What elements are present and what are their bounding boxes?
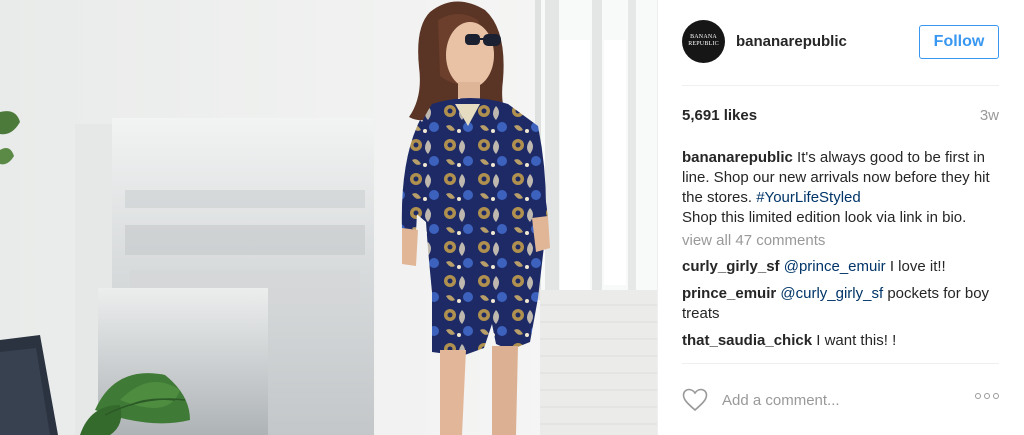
avatar[interactable]: BANANA REPUBLIC xyxy=(682,19,725,63)
comment-text: I love it!! xyxy=(889,258,946,275)
footer-divider xyxy=(682,363,999,364)
comment-bar xyxy=(682,385,999,415)
add-comment-input[interactable] xyxy=(722,388,952,412)
comment-text: I want this! ! xyxy=(816,332,897,349)
caption-username[interactable]: bananarepublic xyxy=(682,149,793,166)
avatar-logo-line1: BANANA xyxy=(690,34,717,40)
post-header: BANANA REPUBLIC bananarepublic Follow xyxy=(682,18,999,64)
comment-username[interactable]: prince_emuir xyxy=(682,285,776,302)
comment-item: prince_emuir @curly_girly_sf pockets for… xyxy=(682,284,1002,324)
likes-row: 5,691 likes 3w xyxy=(682,107,999,124)
comment-mention[interactable]: @prince_emuir xyxy=(784,258,886,275)
comment-item: curly_girly_sf @prince_emuir I love it!! xyxy=(682,257,1002,277)
photo-illustration xyxy=(0,0,657,435)
comment-mention[interactable]: @curly_girly_sf xyxy=(780,285,883,302)
account-username[interactable]: bananarepublic xyxy=(736,33,847,50)
post-side-panel: BANANA REPUBLIC bananarepublic Follow 5,… xyxy=(657,0,1024,435)
avatar-logo-line2: REPUBLIC xyxy=(688,41,719,47)
post-photo[interactable] xyxy=(0,0,657,435)
comment-username[interactable]: curly_girly_sf xyxy=(682,258,780,275)
more-dot xyxy=(975,393,981,399)
comment-username[interactable]: that_saudia_chick xyxy=(682,332,812,349)
more-dot xyxy=(984,393,990,399)
likes-count[interactable]: 5,691 likes xyxy=(682,107,757,124)
post-time-ago[interactable]: 3w xyxy=(980,107,999,124)
more-options-icon[interactable] xyxy=(975,393,999,399)
heart-icon[interactable] xyxy=(682,388,708,412)
caption-hashtag[interactable]: #YourLifeStyled xyxy=(756,189,861,206)
header-divider xyxy=(682,85,999,86)
follow-button[interactable]: Follow xyxy=(919,25,999,59)
comment-item: that_saudia_chick I want this! ! xyxy=(682,331,1002,351)
caption: bananarepublic It's always good to be fi… xyxy=(682,148,1002,228)
view-all-comments-link[interactable]: view all 47 comments xyxy=(682,231,1002,251)
comments-section: bananarepublic It's always good to be fi… xyxy=(682,148,1002,351)
caption-text-2: Shop this limited edition look via link … xyxy=(682,209,967,226)
more-dot xyxy=(993,393,999,399)
